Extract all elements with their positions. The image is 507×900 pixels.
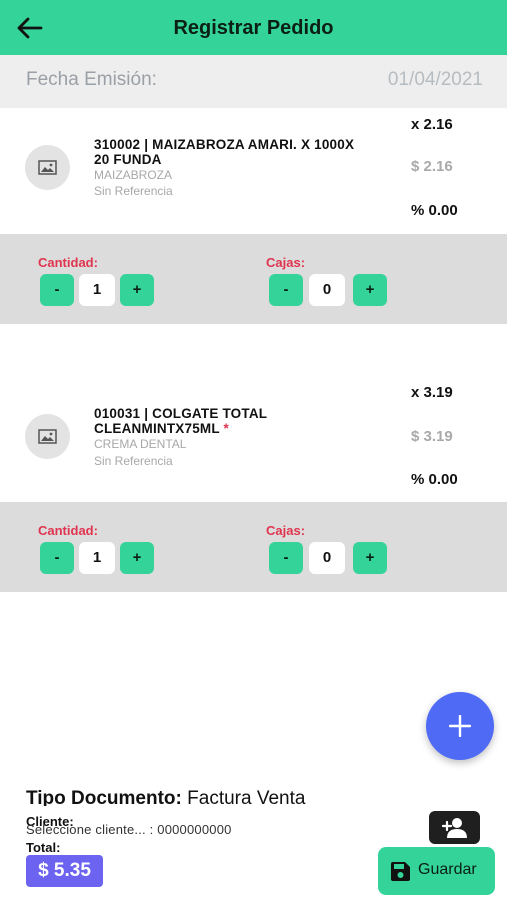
quantity-label: Cantidad: — [38, 255, 98, 270]
image-placeholder-icon — [38, 429, 57, 444]
app-header: Registrar Pedido — [0, 0, 507, 55]
document-type: Tipo Documento: Factura Venta — [26, 786, 356, 806]
product-name: 310002 | MAIZABROZA AMARI. X 1000X 20 FU… — [94, 137, 355, 167]
plus-icon — [449, 715, 471, 737]
total-amount: $ 5.35 — [26, 855, 103, 887]
boxes-label: Cajas: — [266, 523, 306, 538]
required-mark: * — [223, 421, 229, 436]
product-controls: Cantidad: - 1 + Cajas: - 0 + — [0, 502, 507, 592]
save-button[interactable]: Guardar — [378, 847, 495, 895]
client-select[interactable]: Seleccione cliente... : 0000000000 — [26, 822, 232, 837]
product-controls: Cantidad: - 1 + Cajas: - 0 + — [0, 234, 507, 324]
quantity-decrement-button[interactable]: - — [40, 274, 74, 306]
product-discount: % 0.00 — [411, 202, 458, 219]
product-reference: Sin Referencia — [94, 454, 173, 468]
person-add-icon — [442, 818, 467, 838]
quantity-label: Cantidad: — [38, 523, 98, 538]
boxes-increment-button[interactable]: + — [353, 274, 387, 306]
save-button-label: Guardar — [418, 861, 477, 878]
product-thumbnail — [25, 414, 70, 459]
quantity-value[interactable]: 1 — [79, 274, 115, 306]
boxes-label: Cajas: — [266, 255, 306, 270]
quantity-increment-button[interactable]: + — [120, 274, 154, 306]
product-quantity-multiplier: x 3.19 — [411, 384, 453, 401]
product-price: $ 2.16 — [411, 158, 453, 175]
page-title: Registrar Pedido — [173, 17, 334, 39]
quantity-increment-button[interactable]: + — [120, 542, 154, 574]
total-label: Total: — [26, 840, 61, 855]
boxes-increment-button[interactable]: + — [353, 542, 387, 574]
product-info[interactable]: 010031 | COLGATE TOTAL CLEANMINTX75ML * … — [0, 324, 507, 502]
issue-date-value[interactable]: 01/04/2021 — [388, 69, 483, 91]
quantity-value[interactable]: 1 — [79, 542, 115, 574]
document-type-label: Tipo Documento: — [26, 788, 182, 806]
add-product-button[interactable] — [426, 692, 494, 760]
issue-date-bar: Fecha Emisión: 01/04/2021 — [0, 55, 507, 108]
save-icon — [391, 862, 410, 881]
product-reference: Sin Referencia — [94, 184, 173, 198]
product-brand: MAIZABROZA — [94, 168, 173, 182]
add-client-button[interactable] — [429, 811, 480, 844]
product-name: 010031 | COLGATE TOTAL CLEANMINTX75ML * — [94, 406, 267, 436]
product-thumbnail — [25, 145, 70, 190]
product-info[interactable]: 310002 | MAIZABROZA AMARI. X 1000X 20 FU… — [0, 108, 507, 234]
boxes-value[interactable]: 0 — [309, 542, 345, 574]
boxes-value[interactable]: 0 — [309, 274, 345, 306]
boxes-decrement-button[interactable]: - — [269, 542, 303, 574]
quantity-decrement-button[interactable]: - — [40, 542, 74, 574]
product-discount: % 0.00 — [411, 471, 458, 488]
image-placeholder-icon — [38, 160, 57, 175]
boxes-decrement-button[interactable]: - — [269, 274, 303, 306]
product-quantity-multiplier: x 2.16 — [411, 116, 453, 133]
document-type-value[interactable]: Factura Venta — [187, 788, 305, 806]
product-brand: CREMA DENTAL — [94, 437, 187, 451]
issue-date-label: Fecha Emisión: — [26, 69, 157, 90]
product-price: $ 3.19 — [411, 428, 453, 445]
